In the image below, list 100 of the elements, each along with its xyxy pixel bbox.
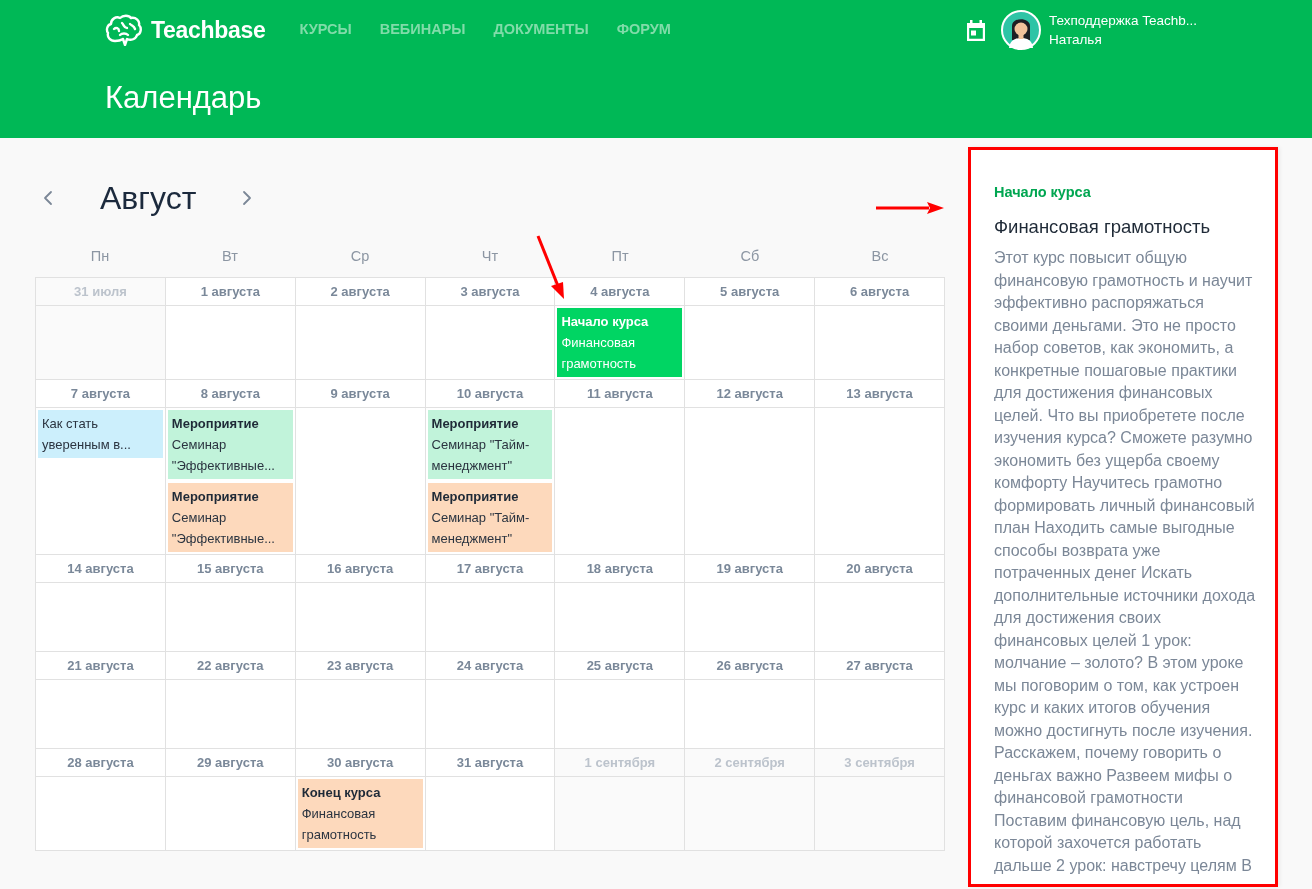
day-date: 27 августа (846, 656, 913, 675)
day-date: 23 августа (326, 656, 394, 675)
day-cell[interactable] (36, 306, 166, 380)
day-cell[interactable] (685, 408, 816, 555)
month-title: Август (100, 179, 197, 218)
day-date: 3 сентября (844, 753, 915, 772)
previous-month-button[interactable] (41, 188, 55, 208)
event-title: Мероприятие (431, 415, 519, 433)
day-cell[interactable] (425, 583, 556, 652)
day-cell[interactable] (295, 680, 426, 749)
day-cell[interactable] (165, 777, 296, 851)
day-cell[interactable] (815, 680, 945, 749)
page-title: Календарь (105, 79, 262, 117)
day-cell[interactable] (36, 583, 166, 652)
calendar-event[interactable]: Как стать уверенным в... (38, 410, 163, 458)
day-cell[interactable] (815, 408, 945, 555)
day-date: 10 августа (456, 384, 524, 403)
brain-icon (105, 14, 143, 46)
day-date: 13 августа (846, 384, 913, 403)
event-title: Начало курса (561, 313, 649, 331)
day-date: 18 августа (586, 559, 654, 578)
day-date: 6 августа (849, 282, 910, 301)
day-date: 2 сентября (714, 753, 785, 772)
day-date: 8 августа (200, 384, 260, 403)
event-title: Мероприятие (171, 488, 259, 506)
weekday-label: Сб (740, 247, 760, 267)
calendar-event[interactable]: Мероприятие Семинар "Эффективные... (167, 410, 293, 479)
day-date: 16 августа (326, 559, 394, 578)
calendar-event[interactable]: Мероприятие Семинар "Тайм-менеджмент" (427, 410, 553, 479)
day-date: 19 августа (716, 559, 783, 578)
day-date: 2 августа (330, 282, 390, 301)
day-date: 26 августа (716, 656, 783, 675)
event-title: Мероприятие (431, 488, 519, 506)
calendar-event[interactable]: Мероприятие Семинар "Тайм-менеджмент" (427, 483, 553, 552)
weekday-label: Чт (481, 247, 499, 267)
day-date: 15 августа (197, 559, 264, 578)
day-date: 1 августа (200, 282, 260, 301)
day-cell[interactable] (165, 583, 296, 652)
weekday-label: Пт (611, 247, 629, 267)
event-description: Финансовая грамотность (301, 805, 378, 844)
day-cell[interactable] (295, 583, 426, 652)
details-title: Финансовая грамотность (994, 215, 1211, 239)
event-description: Семинар "Тайм-менеджмент" (431, 436, 531, 475)
day-date: 7 августа (70, 384, 131, 403)
day-cell[interactable] (685, 583, 816, 652)
day-date: 30 августа (326, 753, 394, 772)
day-date: 4 августа (590, 282, 650, 301)
day-cell[interactable] (295, 408, 426, 555)
event-title: Мероприятие (171, 415, 259, 433)
day-cell[interactable] (165, 306, 296, 380)
day-cell[interactable] (425, 777, 556, 851)
event-description: Семинар "Эффективные... (171, 509, 276, 548)
day-date: 25 августа (586, 656, 654, 675)
day-cell[interactable] (295, 306, 426, 380)
day-cell[interactable] (555, 583, 686, 652)
weekday-label: Вс (871, 247, 889, 267)
day-cell[interactable] (685, 306, 816, 380)
day-date: 22 августа (197, 656, 264, 675)
day-cell[interactable] (815, 583, 945, 652)
event-title: Конец курса (301, 784, 381, 802)
user-subtitle: Наталья (1048, 31, 1102, 49)
day-date: 31 июля (74, 282, 127, 301)
day-date: 28 августа (67, 753, 134, 772)
day-date: 11 августа (587, 384, 653, 403)
day-cell[interactable] (425, 680, 556, 749)
day-cell[interactable] (555, 777, 686, 851)
day-cell[interactable] (36, 680, 166, 749)
weekday-label: Пн (90, 247, 110, 267)
day-cell[interactable] (815, 777, 945, 851)
calendar-event[interactable]: Мероприятие Семинар "Эффективные... (167, 483, 293, 552)
day-cell[interactable] (165, 680, 296, 749)
weekday-label: Ср (350, 247, 370, 267)
day-date: 21 августа (67, 656, 134, 675)
day-cell[interactable] (36, 777, 166, 851)
day-cell[interactable] (815, 306, 945, 380)
day-date: 17 августа (456, 559, 524, 578)
day-date: 20 августа (846, 559, 913, 578)
day-cell[interactable]: Мероприятие Семинар "Тайм-менеджмент" Мероприятие Семинар "Тайм-менеджмент" (425, 408, 556, 555)
day-date: 29 августа (197, 753, 264, 772)
event-description: Семинар "Тайм-менеджмент" (431, 509, 531, 548)
event-description: Семинар "Эффективные... (171, 436, 276, 475)
day-date: 3 августа (460, 282, 520, 301)
day-date: 12 августа (716, 384, 783, 403)
details-description: Этот курс повысит общую финансовую грамотность и научит эффективно распоряжаться своими деньгами. Это не просто набор советов, как экономить, а конкретные пошаговые практики для достижения финансовых целей. Что вы приобретете после изучения курса? Сможете разумно экономить без ущерба своему комфорту Научитесь грамотно формировать личный финансовый план Находить самые выгодные способы возврата уже потраченных денег Искать дополнительные источники дохода для достижения своих финансовых целей 1 урок: молчание – золото? В этом уроке мы поговорим о том, как устроен курс и каких итогов обучения можно достигнуть после изучения. Расскажем, почему говорить о деньгах важно Развеем мифы о финансовой грамотности Поставим финансовую цель, над которой захочется работать дальше 2 урок: навстречу целям В (994, 248, 1257, 876)
day-date: 5 августа (720, 282, 780, 301)
avatar-icon[interactable] (1000, 10, 1041, 50)
event-type-label: Начало курса (994, 183, 1091, 202)
day-cell[interactable] (425, 306, 556, 380)
day-cell[interactable] (555, 680, 686, 749)
day-date: 1 сентября (584, 753, 656, 772)
day-cell[interactable]: Мероприятие Семинар "Эффективные... Мероприятие Семинар "Эффективные... (165, 408, 296, 555)
day-date: 24 августа (456, 656, 524, 675)
calendar-icon[interactable] (965, 19, 986, 41)
day-date: 31 августа (456, 753, 524, 772)
weekday-label: Вт (222, 247, 238, 267)
day-cell[interactable] (685, 680, 816, 749)
day-cell[interactable]: Как стать уверенным в... (36, 408, 166, 555)
day-cell[interactable] (685, 777, 816, 851)
day-cell[interactable] (555, 408, 686, 555)
day-date: 9 августа (330, 384, 390, 403)
